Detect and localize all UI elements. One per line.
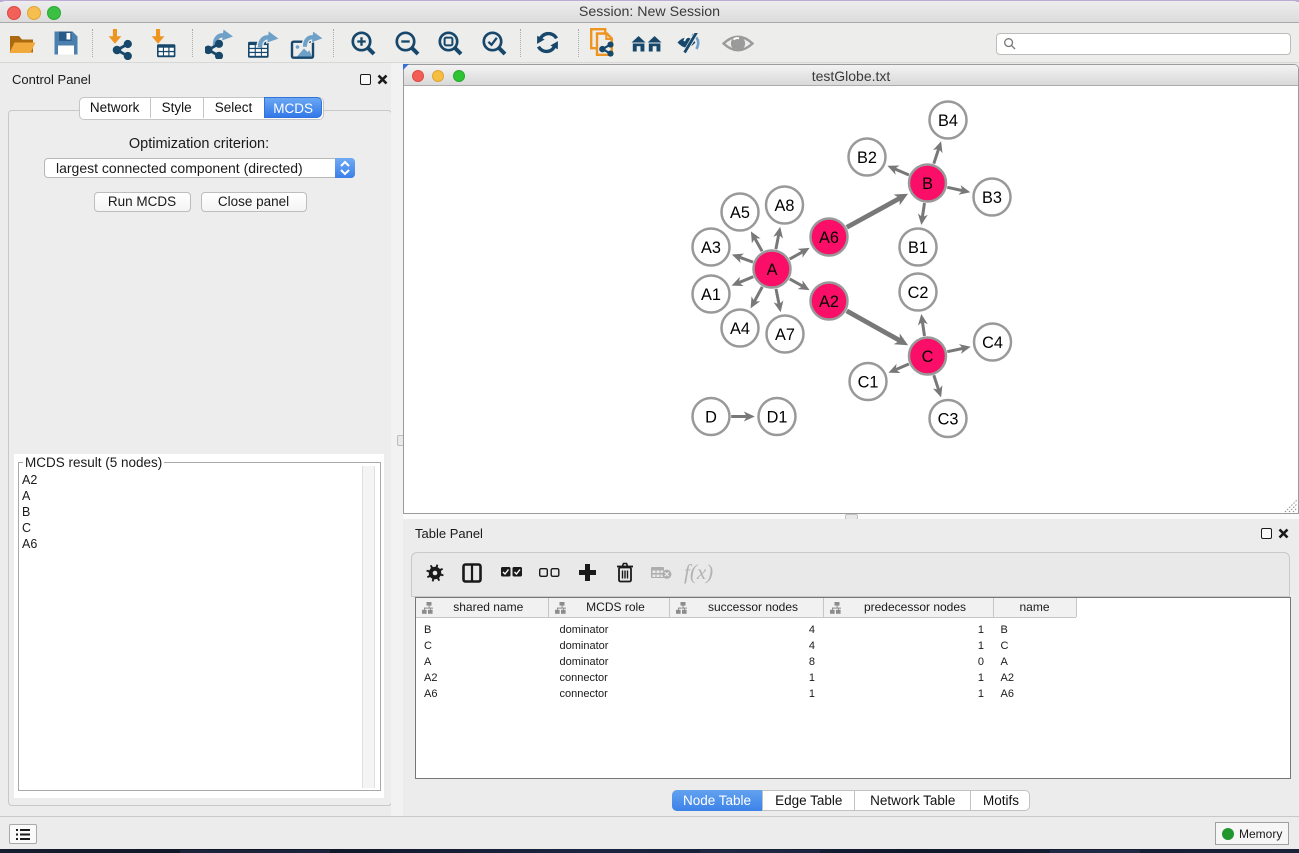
svg-text:D1: D1 — [767, 408, 788, 426]
svg-text:D: D — [705, 408, 717, 426]
svg-text:A3: A3 — [701, 239, 721, 257]
svg-text:C3: C3 — [938, 410, 959, 428]
svg-text:A7: A7 — [775, 326, 795, 344]
svg-text:C2: C2 — [908, 284, 929, 302]
svg-text:B3: B3 — [982, 189, 1002, 207]
svg-text:B4: B4 — [938, 112, 958, 130]
svg-text:A8: A8 — [775, 197, 795, 215]
svg-text:B2: B2 — [857, 149, 877, 167]
svg-text:A6: A6 — [819, 229, 839, 247]
svg-text:A5: A5 — [730, 204, 750, 222]
svg-text:C4: C4 — [982, 334, 1003, 352]
svg-text:A2: A2 — [819, 293, 839, 311]
svg-text:C1: C1 — [858, 373, 879, 391]
svg-text:A1: A1 — [701, 286, 721, 304]
svg-text:B1: B1 — [908, 239, 928, 257]
svg-text:B: B — [922, 175, 933, 193]
svg-text:A: A — [767, 261, 778, 279]
svg-text:A4: A4 — [730, 320, 750, 338]
svg-text:C: C — [922, 348, 934, 366]
